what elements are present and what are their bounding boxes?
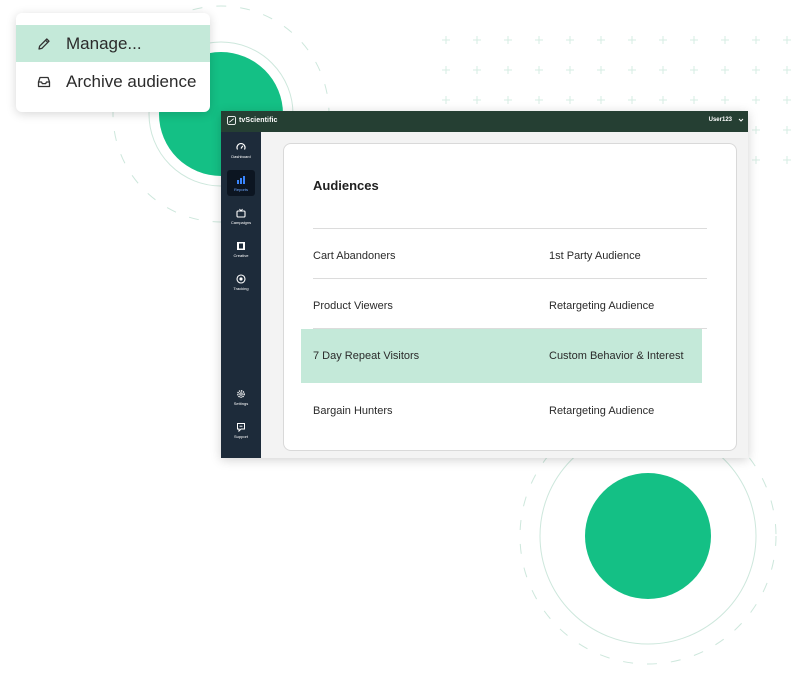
ring-bottom (539, 427, 757, 645)
plus-mark (659, 36, 667, 44)
nav-item-tracking[interactable]: Tracking (227, 269, 255, 295)
plus-mark (721, 36, 729, 44)
plus-mark (535, 36, 543, 44)
tv-icon (236, 208, 246, 218)
plus-mark (783, 126, 791, 134)
nav-item-dashboard[interactable]: Dashboard (227, 137, 255, 163)
tvscientific-logo-icon (227, 116, 236, 125)
app-window: tvScientific User123 Dashboard Reports C… (221, 111, 748, 458)
nav-item-creative[interactable]: Creative (227, 236, 255, 262)
audience-name: Cart Abandoners (313, 249, 396, 262)
archive-box-icon (37, 76, 51, 87)
plus-mark (628, 96, 636, 104)
plus-mark (752, 96, 760, 104)
audience-type: 1st Party Audience (549, 249, 641, 262)
nav-item-campaigns[interactable]: Campaigns (227, 203, 255, 229)
nav-item-support[interactable]: Support (227, 417, 255, 443)
plus-mark (535, 66, 543, 74)
nav-label: Reports (233, 186, 248, 192)
audience-name: 7 Day Repeat Visitors (313, 350, 420, 362)
plus-mark (783, 156, 791, 164)
nav-label: Settings (233, 400, 249, 406)
plus-mark (721, 96, 729, 104)
pencil-icon (38, 37, 50, 50)
nav-label: Support (233, 433, 248, 439)
plus-mark (473, 36, 481, 44)
audience-type: Retargeting Audience (549, 299, 655, 312)
plus-mark (473, 66, 481, 74)
plus-mark (690, 66, 698, 74)
film-icon (237, 241, 245, 250)
plus-mark (504, 36, 512, 44)
user-menu[interactable]: User123 (709, 117, 744, 123)
context-menu: Manage... Archive audience (16, 13, 210, 112)
menu-item-label: Manage... (66, 33, 142, 53)
plus-mark (442, 96, 450, 104)
plus-mark (597, 36, 605, 44)
chevron-down-icon (738, 118, 744, 122)
table-row[interactable]: Cart Abandoners 1st Party Audience (301, 229, 702, 282)
gauge-icon (236, 142, 246, 150)
plus-mark (783, 36, 791, 44)
table-row-selected[interactable]: 7 Day Repeat Visitors Custom Behavior & … (301, 329, 702, 383)
plus-mark (566, 66, 574, 74)
menu-item-archive-audience[interactable]: Archive audience (16, 63, 210, 100)
menu-item-label: Archive audience (66, 71, 197, 91)
chat-icon (237, 422, 245, 432)
plus-mark (628, 36, 636, 44)
audience-name: Bargain Hunters (313, 404, 393, 417)
plus-mark (566, 36, 574, 44)
plus-mark (504, 66, 512, 74)
sidebar: Dashboard Reports Campaigns Creative Tra… (221, 132, 261, 458)
brand-name: tvScientific (239, 117, 278, 124)
plus-mark (659, 66, 667, 74)
top-bar: tvScientific User123 (221, 111, 748, 132)
plus-mark (690, 96, 698, 104)
user-name: User123 (708, 117, 732, 123)
plus-mark (721, 66, 729, 74)
plus-mark (783, 96, 791, 104)
bar-chart-icon (237, 175, 245, 184)
plus-mark (752, 36, 760, 44)
audience-type: Custom Behavior & Interest (549, 350, 684, 362)
plus-mark (783, 66, 791, 74)
plus-mark (597, 66, 605, 74)
nav-item-settings[interactable]: Settings (227, 384, 255, 410)
plus-mark (752, 156, 760, 164)
plus-mark (473, 96, 481, 104)
plus-mark (597, 96, 605, 104)
plus-mark (752, 126, 760, 134)
plus-mark (566, 96, 574, 104)
green-circle-bottom (585, 473, 711, 599)
nav-label: Dashboard (231, 153, 251, 159)
nav-label: Creative (233, 252, 249, 258)
plus-mark (535, 96, 543, 104)
plus-mark (504, 96, 512, 104)
plus-mark (628, 66, 636, 74)
nav-item-reports[interactable]: Reports (227, 170, 255, 196)
page-title: Audiences (313, 178, 379, 193)
audience-name: Product Viewers (313, 299, 393, 312)
gear-icon (237, 389, 245, 398)
plus-mark (690, 36, 698, 44)
plus-mark (442, 66, 450, 74)
nav-label: Campaigns (230, 219, 252, 225)
table-row[interactable]: Product Viewers Retargeting Audience (301, 279, 702, 332)
audience-type: Retargeting Audience (549, 404, 655, 417)
menu-item-manage[interactable]: Manage... (16, 25, 210, 62)
table-row[interactable]: Bargain Hunters Retargeting Audience (301, 384, 702, 437)
audiences-card: Audiences Cart Abandoners 1st Party Audi… (283, 143, 737, 451)
plus-mark (659, 96, 667, 104)
plus-mark (442, 36, 450, 44)
brand[interactable]: tvScientific (227, 116, 278, 125)
nav-label: Tracking (233, 285, 249, 291)
plus-mark (752, 66, 760, 74)
target-icon (236, 273, 246, 284)
